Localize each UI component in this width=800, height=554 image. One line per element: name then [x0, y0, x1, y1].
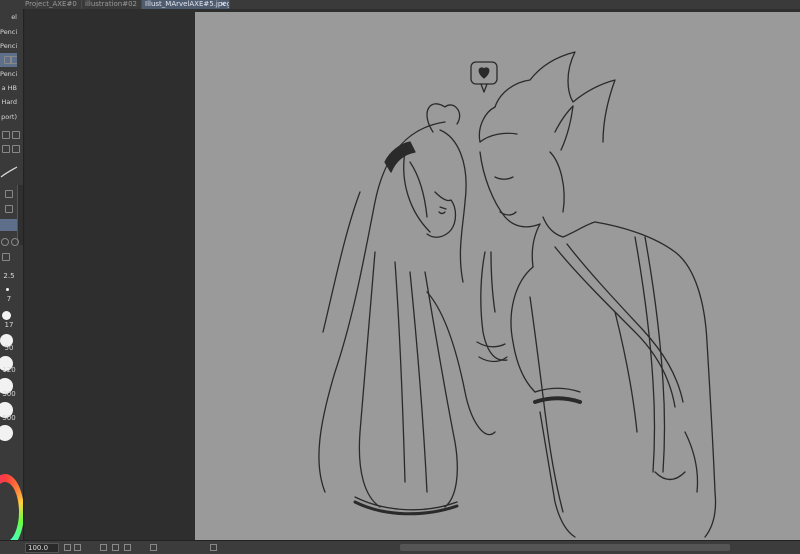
property-row — [0, 237, 22, 249]
close-icon[interactable]: × — [220, 0, 226, 9]
magnify-icon[interactable] — [11, 238, 19, 246]
sub-tool-panel: el Pencil Pencil Pencil a HB Hard port) … — [0, 9, 24, 554]
zoom-out-icon[interactable] — [64, 544, 71, 551]
checkbox-icon[interactable] — [5, 190, 13, 198]
property-row — [0, 189, 22, 201]
zoom-field[interactable]: 100.0 — [25, 543, 59, 553]
property-row-selected[interactable] — [0, 219, 17, 231]
fit-icon[interactable] — [100, 544, 107, 551]
horizontal-scrollbar[interactable] — [400, 544, 730, 551]
subtool-item[interactable]: a HB — [0, 81, 17, 95]
panel-toggles — [0, 143, 22, 155]
property-row — [0, 204, 22, 216]
subtool-item[interactable]: port) — [0, 110, 17, 124]
settings-icon[interactable] — [2, 145, 10, 153]
brush-size-dot[interactable] — [2, 311, 11, 320]
radio-icon[interactable] — [1, 238, 9, 246]
status-bar: 100.0 — [0, 540, 800, 554]
brush-size-dot[interactable] — [0, 425, 13, 441]
trash-icon[interactable] — [12, 131, 20, 139]
subtool-actions — [0, 129, 22, 141]
brush-size-label[interactable]: 17 — [0, 321, 18, 329]
brush-size-label[interactable]: 500 — [0, 414, 18, 422]
reset-view-icon[interactable] — [210, 544, 217, 551]
brush-size-dot[interactable] — [6, 288, 9, 291]
brush-size-label[interactable]: 7 — [0, 295, 18, 303]
tab-illustration[interactable]: illustration#02 — [82, 0, 142, 9]
brush-size-label[interactable]: 50 — [0, 344, 18, 352]
zoom-in-icon[interactable] — [74, 544, 81, 551]
subtool-icon — [10, 56, 17, 64]
tab-label: Project_AXE#0 — [25, 0, 77, 8]
subtool-item[interactable]: Pencil — [0, 67, 17, 81]
document-tab-bar: Project_AXE#0 illustration#02 Illust_MAr… — [0, 0, 800, 9]
actual-size-icon[interactable] — [112, 544, 119, 551]
brush-stroke-preview — [0, 163, 18, 181]
tab-project[interactable]: Project_AXE#0 — [22, 0, 82, 9]
tab-label: Illust_MArvelAXE#5.jpeg* — [145, 0, 230, 8]
rotate-icon[interactable] — [124, 544, 131, 551]
menu-icon[interactable] — [12, 145, 20, 153]
subtool-item[interactable]: Pencil — [0, 25, 17, 39]
color-wheel[interactable] — [0, 474, 23, 550]
brush-size-label[interactable]: 120 — [0, 366, 18, 374]
sketch-artwork — [318, 51, 717, 538]
duplicate-icon[interactable] — [2, 131, 10, 139]
tab-label: illustration#02 — [85, 0, 138, 8]
checkbox-icon[interactable] — [5, 205, 13, 213]
subtool-item-selected[interactable] — [0, 53, 17, 67]
panel-header: el — [11, 13, 17, 21]
drawing-canvas[interactable] — [195, 12, 800, 540]
brush-size-label[interactable]: 300 — [0, 390, 18, 398]
brush-size-icon[interactable] — [2, 253, 10, 261]
subtool-item[interactable]: Hard — [0, 95, 17, 109]
brush-size-label[interactable]: 2.5 — [0, 272, 18, 280]
tab-active-document[interactable]: Illust_MArvelAXE#5.jpeg* × — [142, 0, 230, 9]
brush-size-header — [0, 252, 22, 264]
flip-icon[interactable] — [150, 544, 157, 551]
subtool-item[interactable]: Pencil — [0, 39, 17, 53]
